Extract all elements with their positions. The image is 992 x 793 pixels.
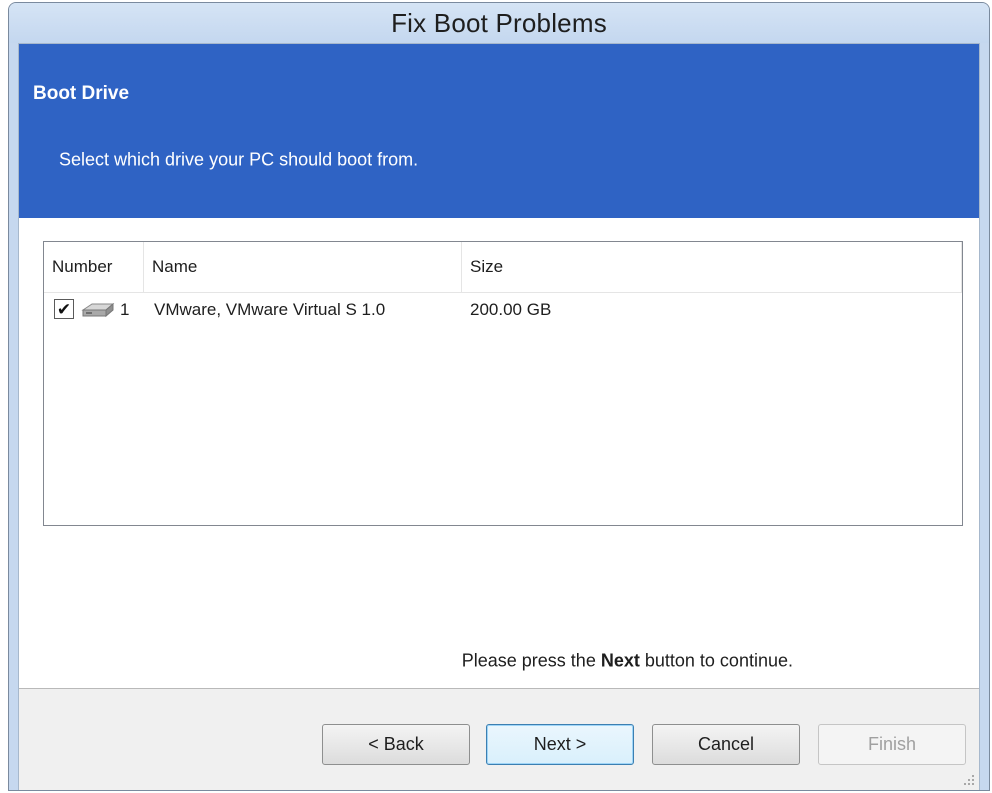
- instruction-suffix: button to continue.: [644, 650, 793, 671]
- resize-grip-icon[interactable]: [961, 772, 975, 786]
- drive-number: 1: [120, 300, 130, 319]
- drive-size: 200.00 GB: [470, 300, 552, 319]
- dialog-content: Boot Drive Select which drive your PC sh…: [18, 43, 980, 790]
- cancel-button[interactable]: Cancel: [652, 724, 800, 765]
- instruction-emphasis: Next: [600, 650, 640, 671]
- drive-checkbox[interactable]: ✔: [54, 299, 74, 319]
- drive-row[interactable]: ✔ 1 VMware, VMware Virtual S 1.0 200.00 …: [44, 292, 962, 328]
- instruction-prefix: Please press the: [461, 650, 596, 671]
- window-title: Fix Boot Problems: [391, 7, 607, 38]
- column-header-size[interactable]: Size: [462, 242, 962, 292]
- column-header-number[interactable]: Number: [44, 242, 144, 292]
- step-description: Select which drive your PC should boot f…: [59, 149, 419, 170]
- wizard-header: Boot Drive Select which drive your PC sh…: [19, 44, 979, 218]
- drive-name: VMware, VMware Virtual S 1.0: [154, 300, 386, 319]
- finish-button[interactable]: Finish: [818, 724, 966, 765]
- instruction-text: Please press the Next button to continue…: [462, 651, 793, 672]
- title-bar[interactable]: Fix Boot Problems: [9, 3, 989, 43]
- list-header: Number Name Size: [44, 242, 962, 293]
- drive-list[interactable]: Number Name Size ✔ 1 VMware, VMware Virt…: [43, 241, 963, 526]
- back-button[interactable]: < Back: [322, 724, 470, 765]
- hard-drive-icon: [81, 302, 115, 318]
- step-title: Boot Drive: [33, 83, 130, 104]
- button-bar: < Back Next > Cancel Finish: [19, 688, 979, 790]
- column-header-name[interactable]: Name: [144, 242, 462, 292]
- next-button[interactable]: Next >: [486, 724, 634, 765]
- dialog-window: Fix Boot Problems Boot Drive Select whic…: [8, 2, 990, 791]
